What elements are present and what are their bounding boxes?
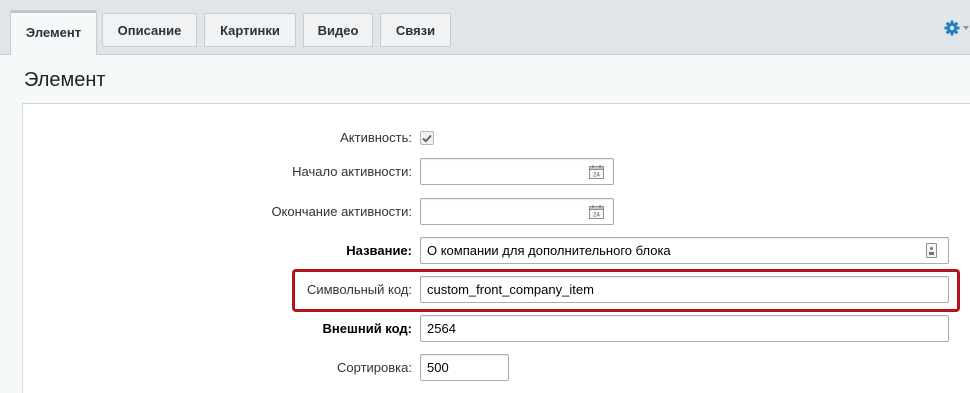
active-label: Активность: [340, 130, 412, 145]
active-from-input[interactable]: 24 [420, 158, 614, 185]
tab-video[interactable]: Видео [303, 13, 373, 47]
active-to-label: Окончание активности: [271, 204, 412, 219]
checkmark-icon [422, 134, 432, 142]
sort-input[interactable]: 500 [420, 354, 509, 381]
form-row-active-from: Начало активности: 24 [23, 158, 970, 185]
tab-label: Элемент [25, 25, 82, 40]
svg-text:24: 24 [593, 213, 600, 219]
tab-pictures[interactable]: Картинки [204, 13, 296, 47]
tab-label: Картинки [220, 22, 280, 38]
calendar-icon[interactable]: 24 [589, 165, 604, 179]
settings-menu-button[interactable] [944, 17, 970, 39]
form-row-sort: Сортировка: 500 [23, 354, 970, 381]
tab-label: Описание [117, 22, 182, 38]
active-from-label: Начало активности: [292, 164, 412, 179]
form-row-xml-id: Внешний код: 2564 [23, 315, 970, 342]
sort-label: Сортировка: [337, 360, 412, 375]
active-to-input[interactable]: 24 [420, 198, 614, 225]
tab-label: Видео [317, 22, 359, 38]
svg-text:24: 24 [593, 173, 600, 179]
code-label: Символьный код: [306, 282, 412, 297]
tab-bar: Элемент Описание Картинки Видео Связи [0, 0, 970, 56]
element-form: Активность: Начало активности: 24 Оконча… [22, 104, 970, 393]
xml-id-input[interactable]: 2564 [420, 315, 949, 342]
code-input[interactable]: custom_front_company_item [420, 276, 949, 303]
name-input[interactable]: О компании для дополнительного блока [420, 237, 949, 264]
xml-id-label: Внешний код: [322, 321, 412, 336]
sort-value: 500 [427, 360, 449, 375]
xml-id-value: 2564 [427, 321, 456, 336]
name-label: Название: [346, 243, 412, 258]
code-value: custom_front_company_item [427, 282, 594, 297]
form-row-name: Название: О компании для дополнительного… [23, 237, 970, 264]
form-row-active-to: Окончание активности: 24 [23, 198, 970, 225]
gear-icon [944, 20, 960, 36]
element-panel: Элемент Активность: Начало активности: 2… [0, 55, 970, 393]
tab-links[interactable]: Связи [380, 13, 451, 47]
tab-element[interactable]: Элемент [10, 10, 97, 56]
document-icon[interactable] [926, 243, 937, 258]
calendar-icon[interactable]: 24 [589, 205, 604, 219]
chevron-down-icon [963, 26, 969, 30]
tab-label: Связи [395, 22, 436, 38]
form-row-active: Активность: [23, 128, 970, 148]
active-checkbox[interactable] [420, 131, 434, 145]
panel-title: Элемент [24, 69, 106, 91]
form-row-code: Символьный код: custom_front_company_ite… [23, 276, 970, 303]
name-value: О компании для дополнительного блока [427, 243, 671, 258]
tab-description[interactable]: Описание [102, 13, 197, 47]
